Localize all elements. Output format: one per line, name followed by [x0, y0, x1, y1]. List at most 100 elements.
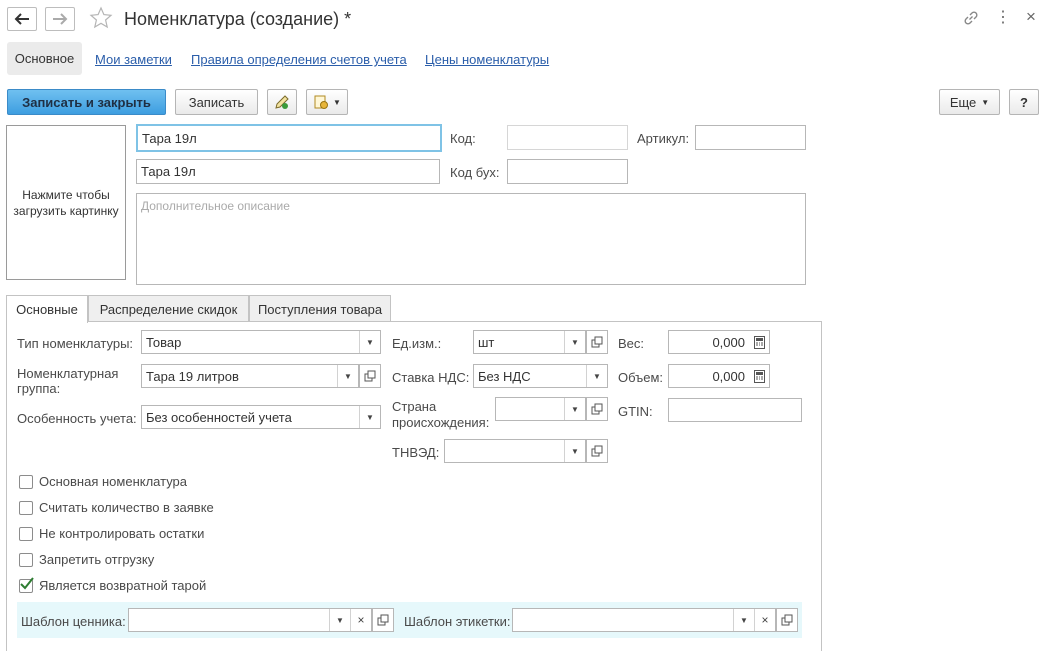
close-icon[interactable]: ×: [1023, 8, 1039, 26]
group-value: Тара 19 литров: [146, 368, 239, 384]
country-label-line1: Страна: [392, 399, 437, 414]
calculator-icon[interactable]: [749, 331, 769, 353]
label-template-open-button[interactable]: [776, 608, 798, 632]
open-icon: [781, 614, 793, 626]
more-button-label: Еще: [949, 94, 977, 110]
label-template-label: Шаблон этикетки:: [404, 614, 511, 629]
unit-select[interactable]: шт ▼: [473, 330, 586, 354]
tnved-value: [445, 440, 564, 462]
open-icon: [591, 445, 603, 457]
tab-discounts[interactable]: Распределение скидок: [88, 295, 249, 322]
feature-select[interactable]: Без особенностей учета ▼: [141, 405, 381, 429]
save-and-close-button[interactable]: Записать и закрыть: [7, 89, 166, 115]
open-icon: [377, 614, 389, 626]
price-tag-template-value: [129, 609, 329, 631]
vat-label: Ставка НДС:: [392, 370, 470, 385]
arrow-right-icon: [53, 13, 68, 25]
vat-select[interactable]: Без НДС ▼: [473, 364, 608, 388]
group-label-line1: Номенклатурная: [17, 366, 119, 381]
returnable-tare-label: Является возвратной тарой: [39, 578, 207, 593]
weight-value: 0,000: [712, 334, 745, 350]
main-nomenclature-label: Основная номенклатура: [39, 474, 188, 489]
calculator-icon[interactable]: [749, 365, 769, 387]
tab-receipts[interactable]: Поступления товара: [249, 295, 391, 322]
label-template-select[interactable]: ▼ ×: [512, 608, 776, 632]
forbid-shipment-checkbox[interactable]: [19, 553, 33, 567]
returnable-tare-checkbox[interactable]: [19, 577, 34, 593]
chevron-down-icon[interactable]: ▼: [586, 365, 607, 387]
feature-value: Без особенностей учета: [146, 409, 292, 425]
chevron-down-icon: ▼: [981, 97, 990, 107]
count-in-order-checkbox[interactable]: [19, 501, 33, 515]
help-button[interactable]: ?: [1009, 89, 1039, 115]
code-label: Код:: [450, 131, 476, 146]
gtin-label: GTIN:: [618, 404, 653, 419]
favorite-button[interactable]: [89, 6, 115, 32]
save-button[interactable]: Записать: [175, 89, 258, 115]
checkmark-icon: [20, 577, 34, 590]
name-input[interactable]: Тара 19л: [136, 124, 442, 152]
clear-icon[interactable]: ×: [754, 609, 775, 631]
tnved-open-button[interactable]: [586, 439, 608, 463]
code-buh-label: Код бух:: [450, 165, 500, 180]
link-icon: [964, 11, 978, 25]
main-nomenclature-checkbox[interactable]: [19, 475, 33, 489]
unit-open-button[interactable]: [586, 330, 608, 354]
type-value: Товар: [146, 334, 182, 350]
link-button[interactable]: [962, 9, 980, 27]
tab-prices[interactable]: Цены номенклатуры: [425, 52, 549, 67]
unit-label: Ед.изм.:: [392, 336, 442, 351]
country-select[interactable]: ▼: [495, 397, 586, 421]
tab-basic[interactable]: Основные: [6, 295, 88, 323]
forward-button[interactable]: [45, 7, 75, 31]
page-title: Номенклатура (создание) *: [124, 9, 352, 29]
chevron-down-icon[interactable]: ▼: [337, 365, 358, 387]
back-button[interactable]: [7, 7, 37, 31]
tab-my-notes[interactable]: Мои заметки: [95, 52, 172, 67]
chevron-down-icon[interactable]: ▼: [564, 440, 585, 462]
edit-button[interactable]: [267, 89, 297, 115]
tab-account-rules[interactable]: Правила определения счетов учета: [191, 52, 407, 67]
image-upload-area[interactable]: Нажмите чтобы загрузить картинку: [6, 125, 126, 280]
chevron-down-icon[interactable]: ▼: [359, 406, 380, 428]
volume-input[interactable]: 0,000: [668, 364, 770, 388]
tnved-label: ТНВЭД:: [392, 445, 440, 460]
chevron-down-icon[interactable]: ▼: [733, 609, 754, 631]
gtin-input[interactable]: [668, 398, 802, 422]
weight-input[interactable]: 0,000: [668, 330, 770, 354]
tnved-select[interactable]: ▼: [444, 439, 586, 463]
group-label: Номенклатурная группа:: [17, 366, 118, 396]
article-label: Артикул:: [637, 131, 690, 146]
country-open-button[interactable]: [586, 397, 608, 421]
clear-icon[interactable]: ×: [350, 609, 371, 631]
code-buh-input[interactable]: [507, 159, 628, 184]
group-label-line2: группа:: [17, 381, 61, 396]
type-select[interactable]: Товар ▼: [141, 330, 381, 354]
full-name-input[interactable]: Тара 19л: [136, 159, 440, 184]
more-button[interactable]: Еще ▼: [939, 89, 1000, 115]
weight-label: Вес:: [618, 336, 645, 351]
group-select[interactable]: Тара 19 литров ▼: [141, 364, 359, 388]
reports-dropdown-button[interactable]: ▼: [306, 89, 348, 115]
group-open-button[interactable]: [359, 364, 381, 388]
vat-value: Без НДС: [478, 368, 531, 384]
no-stock-control-checkbox[interactable]: [19, 527, 33, 541]
active-tab-joint: [7, 320, 87, 323]
tab-main[interactable]: Основное: [7, 42, 82, 75]
open-icon: [591, 336, 603, 348]
label-template-value: [513, 609, 733, 631]
code-input[interactable]: [507, 125, 628, 150]
chevron-down-icon[interactable]: ▼: [564, 331, 585, 353]
chevron-down-icon[interactable]: ▼: [359, 331, 380, 353]
article-input[interactable]: [695, 125, 806, 150]
country-label: Страна происхождения:: [392, 399, 489, 431]
volume-value: 0,000: [712, 368, 745, 384]
price-tag-template-open-button[interactable]: [372, 608, 394, 632]
pencil-icon: [275, 95, 289, 109]
description-textarea[interactable]: Дополнительное описание: [136, 193, 806, 285]
chevron-down-icon[interactable]: ▼: [564, 398, 585, 420]
chevron-down-icon[interactable]: ▼: [329, 609, 350, 631]
open-icon: [591, 403, 603, 415]
price-tag-template-select[interactable]: ▼ ×: [128, 608, 372, 632]
more-menu-icon[interactable]: ⋮: [995, 10, 1011, 28]
